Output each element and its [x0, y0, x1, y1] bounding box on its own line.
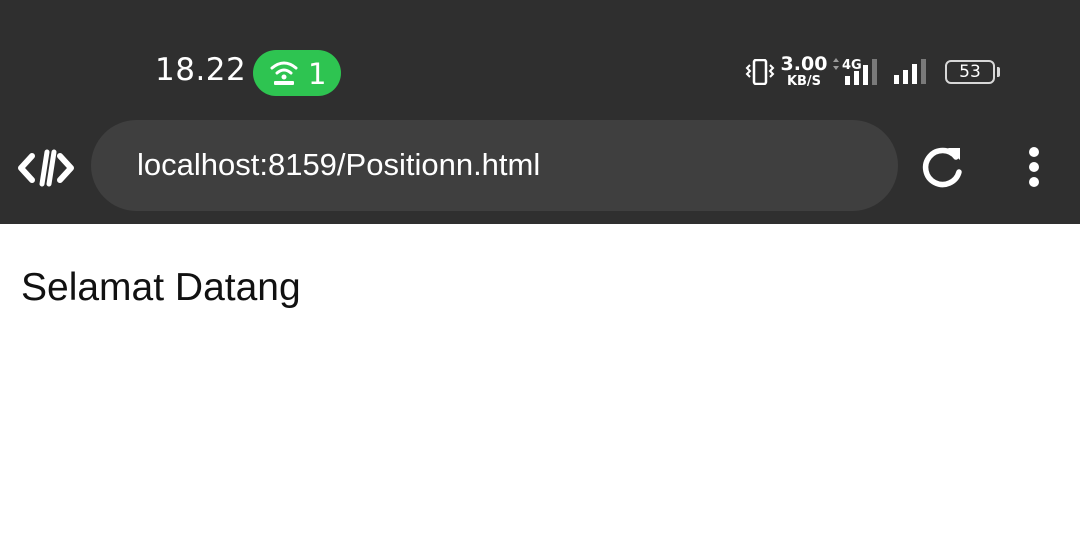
- page-content: Selamat Datang: [0, 224, 1080, 543]
- network-speed-unit: KB/S: [786, 74, 822, 89]
- url-bar[interactable]: localhost:8159/Positionn.html: [91, 120, 898, 211]
- hotspot-indicator[interactable]: 1: [253, 50, 341, 96]
- phone-screen: 18.22 1 3.00 KB/S 4G 53 localhost:8159/P…: [0, 0, 1080, 543]
- hotspot-icon: [270, 61, 298, 85]
- signal-4g-icon: 4G: [833, 58, 877, 85]
- network-speed: 3.00 KB/S: [780, 53, 828, 89]
- status-bar: 18.22 1 3.00 KB/S 4G 53: [0, 0, 1080, 120]
- code-logo-icon[interactable]: [18, 148, 74, 188]
- hotspot-count: 1: [308, 57, 327, 91]
- battery-tip: [997, 67, 1000, 77]
- page-heading: Selamat Datang: [21, 266, 301, 309]
- reload-icon[interactable]: [918, 142, 968, 192]
- url-text[interactable]: localhost:8159/Positionn.html: [137, 147, 540, 183]
- battery-icon: 53: [945, 60, 995, 84]
- network-type-label: 4G: [842, 58, 862, 73]
- vibrate-icon: [745, 59, 775, 85]
- battery-level: 53: [959, 62, 981, 82]
- signal-icon: [894, 59, 926, 84]
- more-vertical-icon[interactable]: [1014, 142, 1054, 192]
- browser-toolbar: localhost:8159/Positionn.html: [0, 120, 1080, 224]
- status-clock: 18.22: [155, 52, 247, 88]
- network-speed-value: 3.00: [780, 53, 828, 75]
